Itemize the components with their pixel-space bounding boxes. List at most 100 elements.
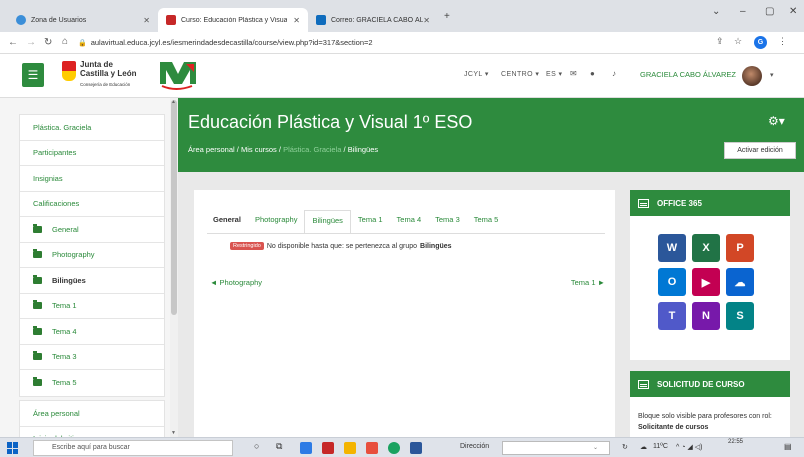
word-icon[interactable]: W [658, 234, 686, 262]
drawer-scroll-thumb[interactable] [171, 100, 177, 315]
restriction-notice: Restringido No disponible hasta que: se … [230, 242, 452, 250]
jcyl-logo[interactable]: Junta de Castilla y León Consejería de E… [62, 59, 146, 91]
gear-icon[interactable]: ⚙▾ [768, 114, 785, 128]
nav-section-tema4[interactable]: Tema 4 [20, 319, 164, 345]
outlook-icon[interactable]: O [658, 268, 686, 296]
menu-centro[interactable]: CENTRO ▾ [501, 70, 539, 78]
nav-item-course[interactable]: Plástica. Graciela [20, 115, 164, 141]
browser-tab-curso[interactable]: Curso: Educación Plástica y Visua ✕ [158, 8, 308, 32]
url-field[interactable]: 🔒 aulavirtual.educa.jcyl.es/iesmerindades… [78, 36, 718, 50]
menu-jcyl[interactable]: JCYL ▾ [464, 70, 489, 78]
tab-general[interactable]: General [207, 210, 248, 234]
tab-photography[interactable]: Photography [248, 210, 305, 234]
onenote-icon[interactable]: N [692, 302, 720, 330]
hamburger-menu-icon[interactable]: ☰ [22, 63, 44, 87]
breadcrumb-dashboard[interactable]: Área personal [188, 145, 235, 154]
nav-section-tema1[interactable]: Tema 1 [20, 294, 164, 319]
store-taskbar-icon[interactable] [366, 442, 378, 454]
org-line1: Junta de [80, 60, 113, 69]
course-content: General Photography Bilingües Tema 1 Tem… [194, 190, 615, 437]
next-section-link[interactable]: Tema 1 ► [571, 278, 605, 287]
back-icon[interactable]: ← [8, 37, 18, 48]
scroll-up-icon[interactable]: ▲ [171, 99, 176, 105]
app-taskbar-icon[interactable] [322, 442, 334, 454]
menu-language[interactable]: ES ▾ [546, 70, 562, 78]
notifications-icon[interactable]: ▤ [784, 442, 792, 451]
forward-icon[interactable]: → [26, 37, 36, 48]
user-menu-chevron-icon[interactable]: ▾ [770, 71, 774, 79]
user-name[interactable]: GRACIELA CABO ÁLVAREZ [640, 70, 736, 79]
mail-icon[interactable]: ✉ [570, 69, 577, 78]
weather-text[interactable]: 11ºC [653, 443, 668, 450]
folder-icon [33, 249, 42, 259]
browser-tab-correo[interactable]: Correo: GRACIELA CABO ÁLVARE ✕ [308, 8, 438, 32]
tab-tema4[interactable]: Tema 4 [390, 210, 429, 234]
close-window-icon[interactable]: ✕ [789, 6, 797, 17]
chat-icon[interactable]: ● [590, 69, 595, 78]
scroll-down-icon[interactable]: ▼ [171, 430, 176, 436]
tab-bilingues[interactable]: Bilingües [304, 210, 351, 234]
tray-icons[interactable]: ^ ◔ ◢ ◁) [676, 443, 702, 451]
powerpoint-icon[interactable]: P [726, 234, 754, 262]
nav-section-bilingues[interactable]: Bilingües [20, 268, 164, 294]
task-view-icon[interactable]: ⧉ [276, 441, 282, 452]
new-tab-button[interactable]: + [444, 11, 450, 22]
maximize-icon[interactable]: ▢ [765, 6, 774, 17]
folder-icon [33, 274, 42, 284]
taskbar: ⌕ Escribe aquí para buscar ○ ⧉ Dirección… [0, 437, 804, 457]
teams-icon[interactable]: T [658, 302, 686, 330]
bell-icon[interactable]: ♪ [612, 69, 616, 78]
close-icon[interactable]: ✕ [293, 16, 300, 25]
profile-avatar[interactable]: G [754, 36, 767, 49]
prev-section-link[interactable]: ◄ Photography [210, 278, 262, 287]
onedrive-icon[interactable]: ☁ [726, 268, 754, 296]
taskbar-address-input[interactable]: ⌄ [502, 441, 610, 455]
star-icon[interactable]: ☆ [734, 36, 742, 47]
excel-icon[interactable]: X [692, 234, 720, 262]
tab-label: Zona de Usuarios [31, 16, 87, 24]
refresh-taskbar-icon[interactable]: ↻ [622, 443, 628, 451]
tab-tema3[interactable]: Tema 3 [428, 210, 467, 234]
tab-tema1[interactable]: Tema 1 [351, 210, 390, 234]
home-icon[interactable]: ⌂ [62, 36, 68, 47]
stream-icon[interactable]: ▶ [692, 268, 720, 296]
edit-mode-button[interactable]: Activar edición [724, 142, 796, 159]
word-taskbar-icon[interactable] [300, 442, 312, 454]
taskbar-search-input[interactable]: Escribe aquí para buscar [33, 440, 233, 456]
nav-item-badges[interactable]: Insignias [20, 166, 164, 192]
clock-time[interactable]: 22:55 [728, 439, 743, 445]
close-icon[interactable]: ✕ [423, 16, 430, 25]
breadcrumb-section[interactable]: Bilingües [348, 145, 378, 154]
nav-item-participants[interactable]: Participantes [20, 141, 164, 166]
section-label: General [52, 224, 79, 234]
chrome-taskbar-icon[interactable] [388, 442, 400, 454]
nav-item-grades[interactable]: Calificaciones [20, 192, 164, 217]
nav-drawer: Plástica. Graciela Participantes Insigni… [0, 98, 170, 437]
sway-icon[interactable]: S [726, 302, 754, 330]
close-icon[interactable]: ✕ [143, 16, 150, 25]
nav-section-tema3[interactable]: Tema 3 [20, 345, 164, 370]
minimize-icon[interactable]: – [740, 6, 746, 17]
nav-item-site-home[interactable]: Inicio del sitio [20, 427, 164, 437]
browser-tab-zona[interactable]: Zona de Usuarios ✕ [8, 8, 158, 32]
nav-section-photography[interactable]: Photography [20, 243, 164, 268]
tab-divider [207, 233, 605, 234]
share-icon[interactable]: ⇪ [716, 36, 724, 47]
reload-icon[interactable]: ↻ [44, 37, 52, 48]
tab-tema5[interactable]: Tema 5 [467, 210, 506, 234]
word-app-taskbar-icon[interactable] [410, 442, 422, 454]
menu-dots-icon[interactable]: ⋮ [778, 36, 787, 47]
org-name: Junta de Castilla y León [80, 60, 136, 78]
nav-item-dashboard[interactable]: Área personal [20, 401, 164, 427]
windows-start-icon[interactable] [7, 442, 19, 454]
nav-section-tema5[interactable]: Tema 5 [20, 370, 164, 396]
breadcrumb-my-courses[interactable]: Mis cursos [241, 145, 277, 154]
avatar[interactable] [742, 66, 762, 86]
breadcrumb-course[interactable]: Plástica. Graciela [283, 145, 341, 154]
globe-icon [16, 15, 26, 25]
nav-section-general[interactable]: General [20, 217, 164, 243]
explorer-taskbar-icon[interactable] [344, 442, 356, 454]
school-logo[interactable] [156, 58, 212, 92]
cortana-icon[interactable]: ○ [254, 441, 259, 451]
chevron-down-icon[interactable]: ⌄ [712, 6, 720, 17]
